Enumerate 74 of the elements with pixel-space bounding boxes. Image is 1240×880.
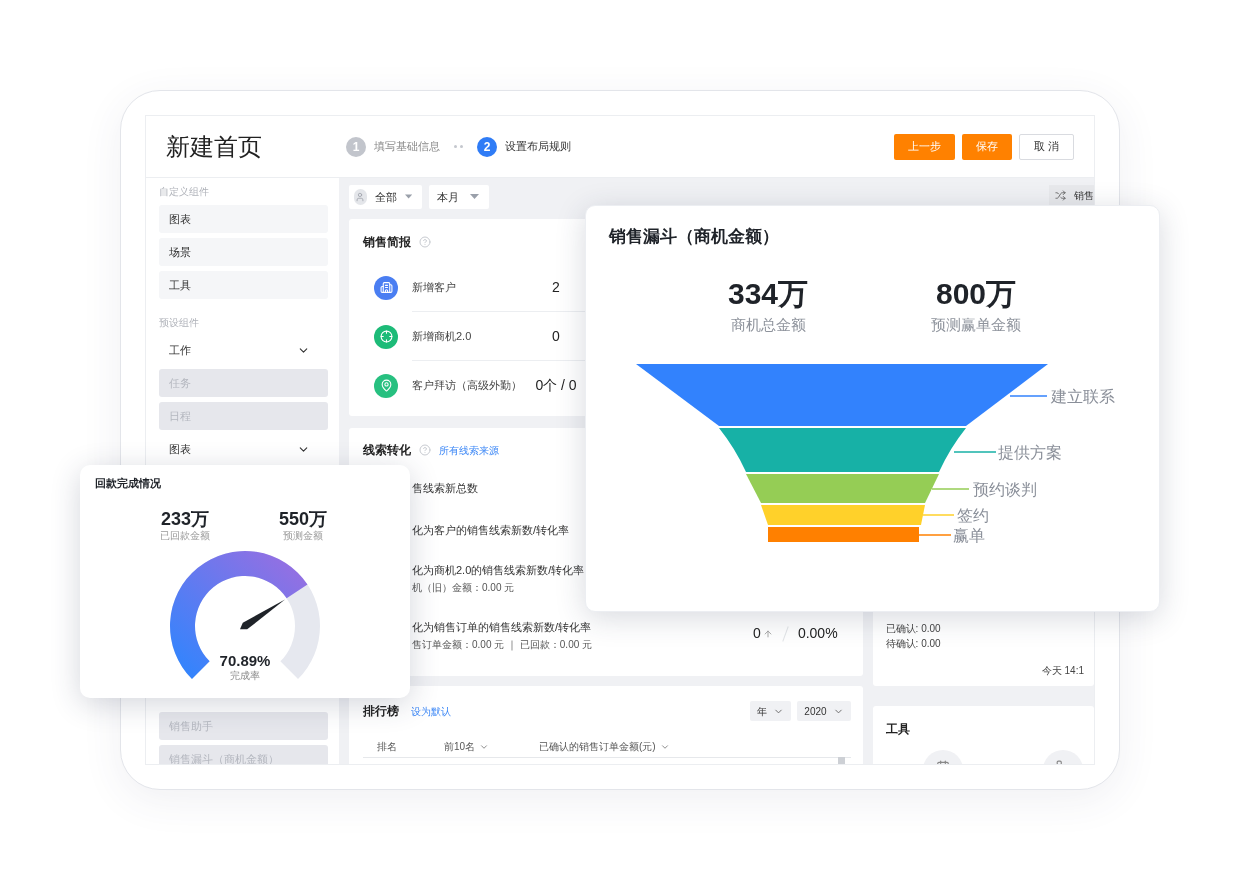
step-number: 1: [346, 136, 366, 157]
group-header[interactable]: 工作: [159, 336, 328, 364]
help-icon: [419, 444, 431, 456]
stat-label: 已回款金额: [160, 529, 210, 542]
stage-label: 提供方案: [998, 444, 1062, 461]
card-title: 工具: [885, 721, 911, 738]
stat-value: 233万: [160, 507, 209, 530]
metric-value: 0个 / 0: [534, 376, 578, 395]
page-title: 新建首页: [166, 131, 263, 162]
conversion-detail: 机（旧）金额：0.00 元: [412, 582, 516, 594]
card-title: 销售简报: [363, 234, 411, 251]
gauge-reading-label: 完成率: [230, 669, 260, 681]
stat-value: 800万: [935, 275, 1017, 312]
metric-value: 2: [551, 277, 561, 297]
step-number: 2: [477, 136, 497, 157]
card-title: 销售漏斗（商机金额）: [607, 226, 780, 248]
period-select[interactable]: 年: [750, 701, 792, 721]
scrollbar-thumb[interactable]: [837, 757, 845, 764]
conversion-rate: 0.00%: [797, 624, 838, 643]
stage-label: 预约谈判: [973, 481, 1037, 498]
stage-label: 建立联系: [1051, 388, 1115, 405]
metric-value: 0: [551, 326, 561, 346]
sidebar-item[interactable]: 图表: [159, 205, 328, 233]
user-avatar-icon: [354, 189, 367, 205]
filter-dropdown[interactable]: 本月: [429, 185, 489, 209]
section-title: 自定义组件: [159, 185, 210, 199]
summary-line: 待确认: 0.00: [885, 637, 942, 651]
shuffle-icon: [1055, 189, 1066, 201]
caret-icon: [470, 194, 479, 200]
gauge-reading: 70.89%: [219, 651, 271, 669]
column-header: 排名: [376, 740, 398, 754]
switch-button[interactable]: 销售: [1049, 185, 1094, 205]
stage-label: 赢单: [953, 527, 985, 544]
summary-time: 今天 14:1: [1040, 664, 1084, 678]
step: 2 设置布局规则: [477, 136, 571, 157]
card-title: 排行榜: [363, 703, 399, 720]
step: 1 填写基础信息: [346, 136, 440, 157]
leader-line: [1009, 395, 1048, 397]
period-select[interactable]: 2020: [797, 701, 851, 721]
set-default-link[interactable]: 设为默认: [411, 703, 451, 719]
header-button[interactable]: 取 消: [1018, 133, 1074, 160]
group-header[interactable]: 图表: [159, 435, 328, 463]
summary-line: 已确认: 0.00: [885, 622, 942, 636]
section-title: 预设组件: [159, 316, 200, 330]
filter-dropdown[interactable]: 全部: [349, 185, 422, 209]
leader-line: [922, 514, 955, 516]
column-header[interactable]: 已确认的销售订单金额(元): [539, 739, 670, 754]
arrow-up-icon: [762, 628, 773, 639]
conversion-label: 化为商机2.0的销售线索新数/转化率: [412, 563, 585, 577]
stat-label: 预测赢单金额: [931, 314, 1021, 335]
source-link[interactable]: 所有线索来源: [439, 442, 499, 458]
conversion-count: 0: [753, 624, 761, 643]
stat-value: 334万: [727, 275, 809, 312]
help-icon: [419, 236, 431, 248]
conversion-label: 化为销售订单的销售线索新数/转化率: [412, 620, 593, 634]
sidebar-item[interactable]: 场景: [159, 238, 328, 266]
leader-line: [918, 534, 952, 536]
sidebar-item[interactable]: 工具: [159, 271, 328, 299]
card-title: 回款完成情况: [94, 476, 162, 491]
conversion-label: 化为客户的销售线索新数/转化率: [412, 523, 570, 537]
caret-icon: [404, 194, 412, 200]
stat-label: 预测金额: [283, 529, 323, 542]
conversion-detail: 售订单金额：0.00 元 ｜ 已回款：0.00 元: [412, 639, 593, 651]
stat-label: 商机总金额: [730, 314, 806, 335]
stat-value: 550万: [278, 507, 327, 530]
column-header[interactable]: 前10名: [444, 739, 539, 754]
step-dots-icon: [454, 145, 463, 148]
metric-label: 新增客户: [412, 279, 457, 295]
conversion-label: 售线索新总数: [412, 481, 478, 495]
metric-label: 新增商机2.0: [412, 328, 473, 344]
stage-label: 签约: [957, 507, 989, 524]
card-title: 线索转化: [363, 442, 411, 459]
leader-line: [931, 488, 970, 490]
leader-line: [953, 451, 997, 453]
